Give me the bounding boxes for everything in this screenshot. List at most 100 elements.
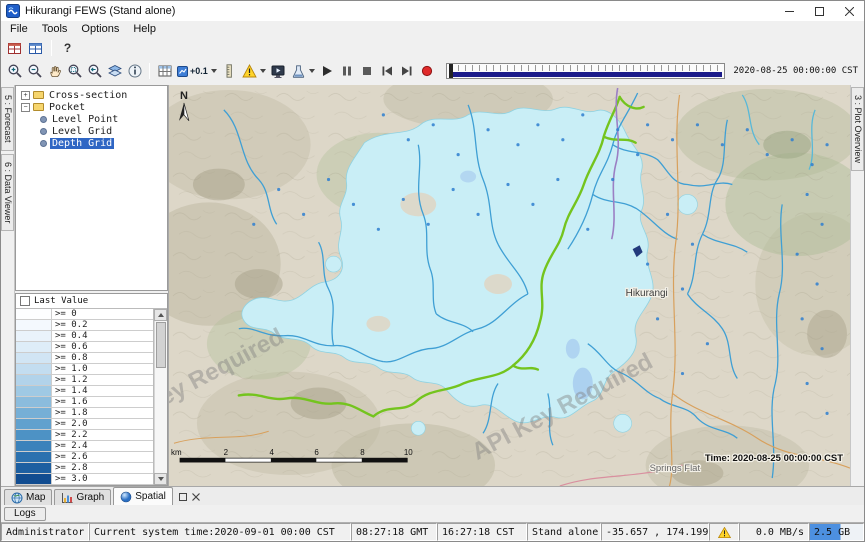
step-forward-icon [400,64,414,78]
zoom-out-button[interactable] [25,62,44,81]
spatial-sphere-icon [120,491,132,503]
tree-node-label[interactable]: Level Point [50,114,120,125]
info-button[interactable] [125,62,144,81]
panel-maximize-button[interactable] [178,491,189,502]
tab-plot-overview[interactable]: 3 : Plot Overview [851,87,864,171]
time-slider[interactable] [446,63,726,79]
level-point-marker [586,228,589,231]
time-slider-thumb[interactable] [449,64,453,78]
pause-button[interactable] [338,62,357,81]
scale-tick-label: 6 [314,448,319,457]
menu-file[interactable]: File [3,22,35,36]
zoom-box-button[interactable] [65,62,84,81]
legend-color-swatch [16,419,52,429]
level-point-marker [616,128,619,131]
step-back-button[interactable] [378,62,397,81]
map-time-label: Time: 2020-08-25 00:00:00 CST [705,453,843,464]
zoom-in-button[interactable] [5,62,24,81]
threshold-step-button[interactable]: +0.1 [175,62,219,81]
level-point-marker [816,282,819,285]
legend-threshold-label: >= 0.2 [52,320,91,330]
import-data-button[interactable] [5,39,24,58]
folder-icon [33,91,44,99]
spatial-map[interactable]: N API Key Required API Key Required Hiku… [169,85,850,486]
grid-display-button[interactable] [155,62,174,81]
chevron-down-icon [309,69,315,73]
tab-forecast[interactable]: 5 : Forecast [1,87,14,151]
pan-button[interactable] [45,62,64,81]
tree-node-label[interactable]: Level Grid [50,126,114,137]
collapse-icon[interactable]: − [21,103,30,112]
step-back-icon [380,64,394,78]
level-point-marker [681,372,684,375]
profile-tool-button[interactable] [289,62,317,81]
layers-button[interactable] [105,62,124,81]
legend-threshold-label: >= 1.8 [52,408,91,418]
tree-node-depth-grid[interactable]: Depth Grid [16,137,167,149]
warning-icon [718,527,731,538]
export-data-button[interactable] [26,39,45,58]
info-icon [127,63,143,79]
status-local-time: 16:27:18 CST [437,523,527,541]
warnings-button[interactable] [240,62,268,81]
expand-icon[interactable]: + [21,91,30,100]
tree-node-label[interactable]: Cross-section [47,90,129,101]
menu-tools[interactable]: Tools [35,22,75,36]
toolbar-separator [51,40,52,56]
tab-graph[interactable]: Graph [54,489,111,505]
level-point-marker [506,183,509,186]
record-button[interactable] [418,62,437,81]
scroll-up-button[interactable] [154,309,167,321]
maximize-icon [815,7,824,16]
level-point-marker [516,143,519,146]
play-button[interactable] [318,62,337,81]
tab-data-viewer[interactable]: 6 : Data Viewer [1,154,14,231]
map-canvas[interactable]: N API Key Required API Key Required Hiku… [169,85,850,486]
menu-help[interactable]: Help [126,22,163,36]
legend-color-swatch [16,353,52,363]
level-point-marker [801,317,804,320]
last-value-checkbox[interactable] [20,296,30,306]
level-point-marker [691,243,694,246]
tree-node-pocket[interactable]: − Pocket [16,101,167,113]
stop-button[interactable] [358,62,377,81]
level-point-marker [681,287,684,290]
legend-scrollbar[interactable] [154,309,167,485]
logs-button[interactable]: Logs [4,507,46,521]
menu-options[interactable]: Options [74,22,126,36]
help-button[interactable]: ? [58,39,77,58]
tree-node-cross-section[interactable]: + Cross-section [16,89,167,101]
display-button[interactable] [269,62,288,81]
panel-close-button[interactable] [191,491,202,502]
tree-node-level-point[interactable]: Level Point [16,113,167,125]
maximize-button[interactable] [804,1,834,21]
scrollbar-thumb[interactable] [156,322,166,368]
scale-unit-label: km [171,448,182,457]
legend-threshold-label: >= 2.2 [52,430,91,440]
tab-spatial[interactable]: Spatial [113,487,173,505]
record-icon [420,64,434,78]
step-forward-button[interactable] [398,62,417,81]
zoom-previous-button[interactable] [85,62,104,81]
status-warning[interactable] [709,523,739,541]
legend-row: >= 0.2 [16,320,153,331]
minimize-button[interactable] [774,1,804,21]
play-icon [320,64,334,78]
status-bar: Administrator Current system time:2020-0… [1,522,864,541]
level-point-marker [706,342,709,345]
level-point-marker [646,123,649,126]
tab-map[interactable]: Map [4,489,52,505]
tree-node-label[interactable]: Depth Grid [50,138,114,149]
tree-node-label[interactable]: Pocket [47,102,87,113]
scrollbar-track[interactable] [154,321,167,473]
legend-row: >= 1.6 [16,397,153,408]
close-button[interactable] [834,1,864,21]
legend-row: >= 0.4 [16,331,153,342]
level-point-marker [806,193,809,196]
chart-icon [61,492,73,504]
threshold-icon [177,66,188,77]
level-point-marker [302,213,305,216]
scale-ruler-button[interactable] [220,62,239,81]
scroll-down-button[interactable] [154,473,167,485]
tree-node-level-grid[interactable]: Level Grid [16,125,167,137]
